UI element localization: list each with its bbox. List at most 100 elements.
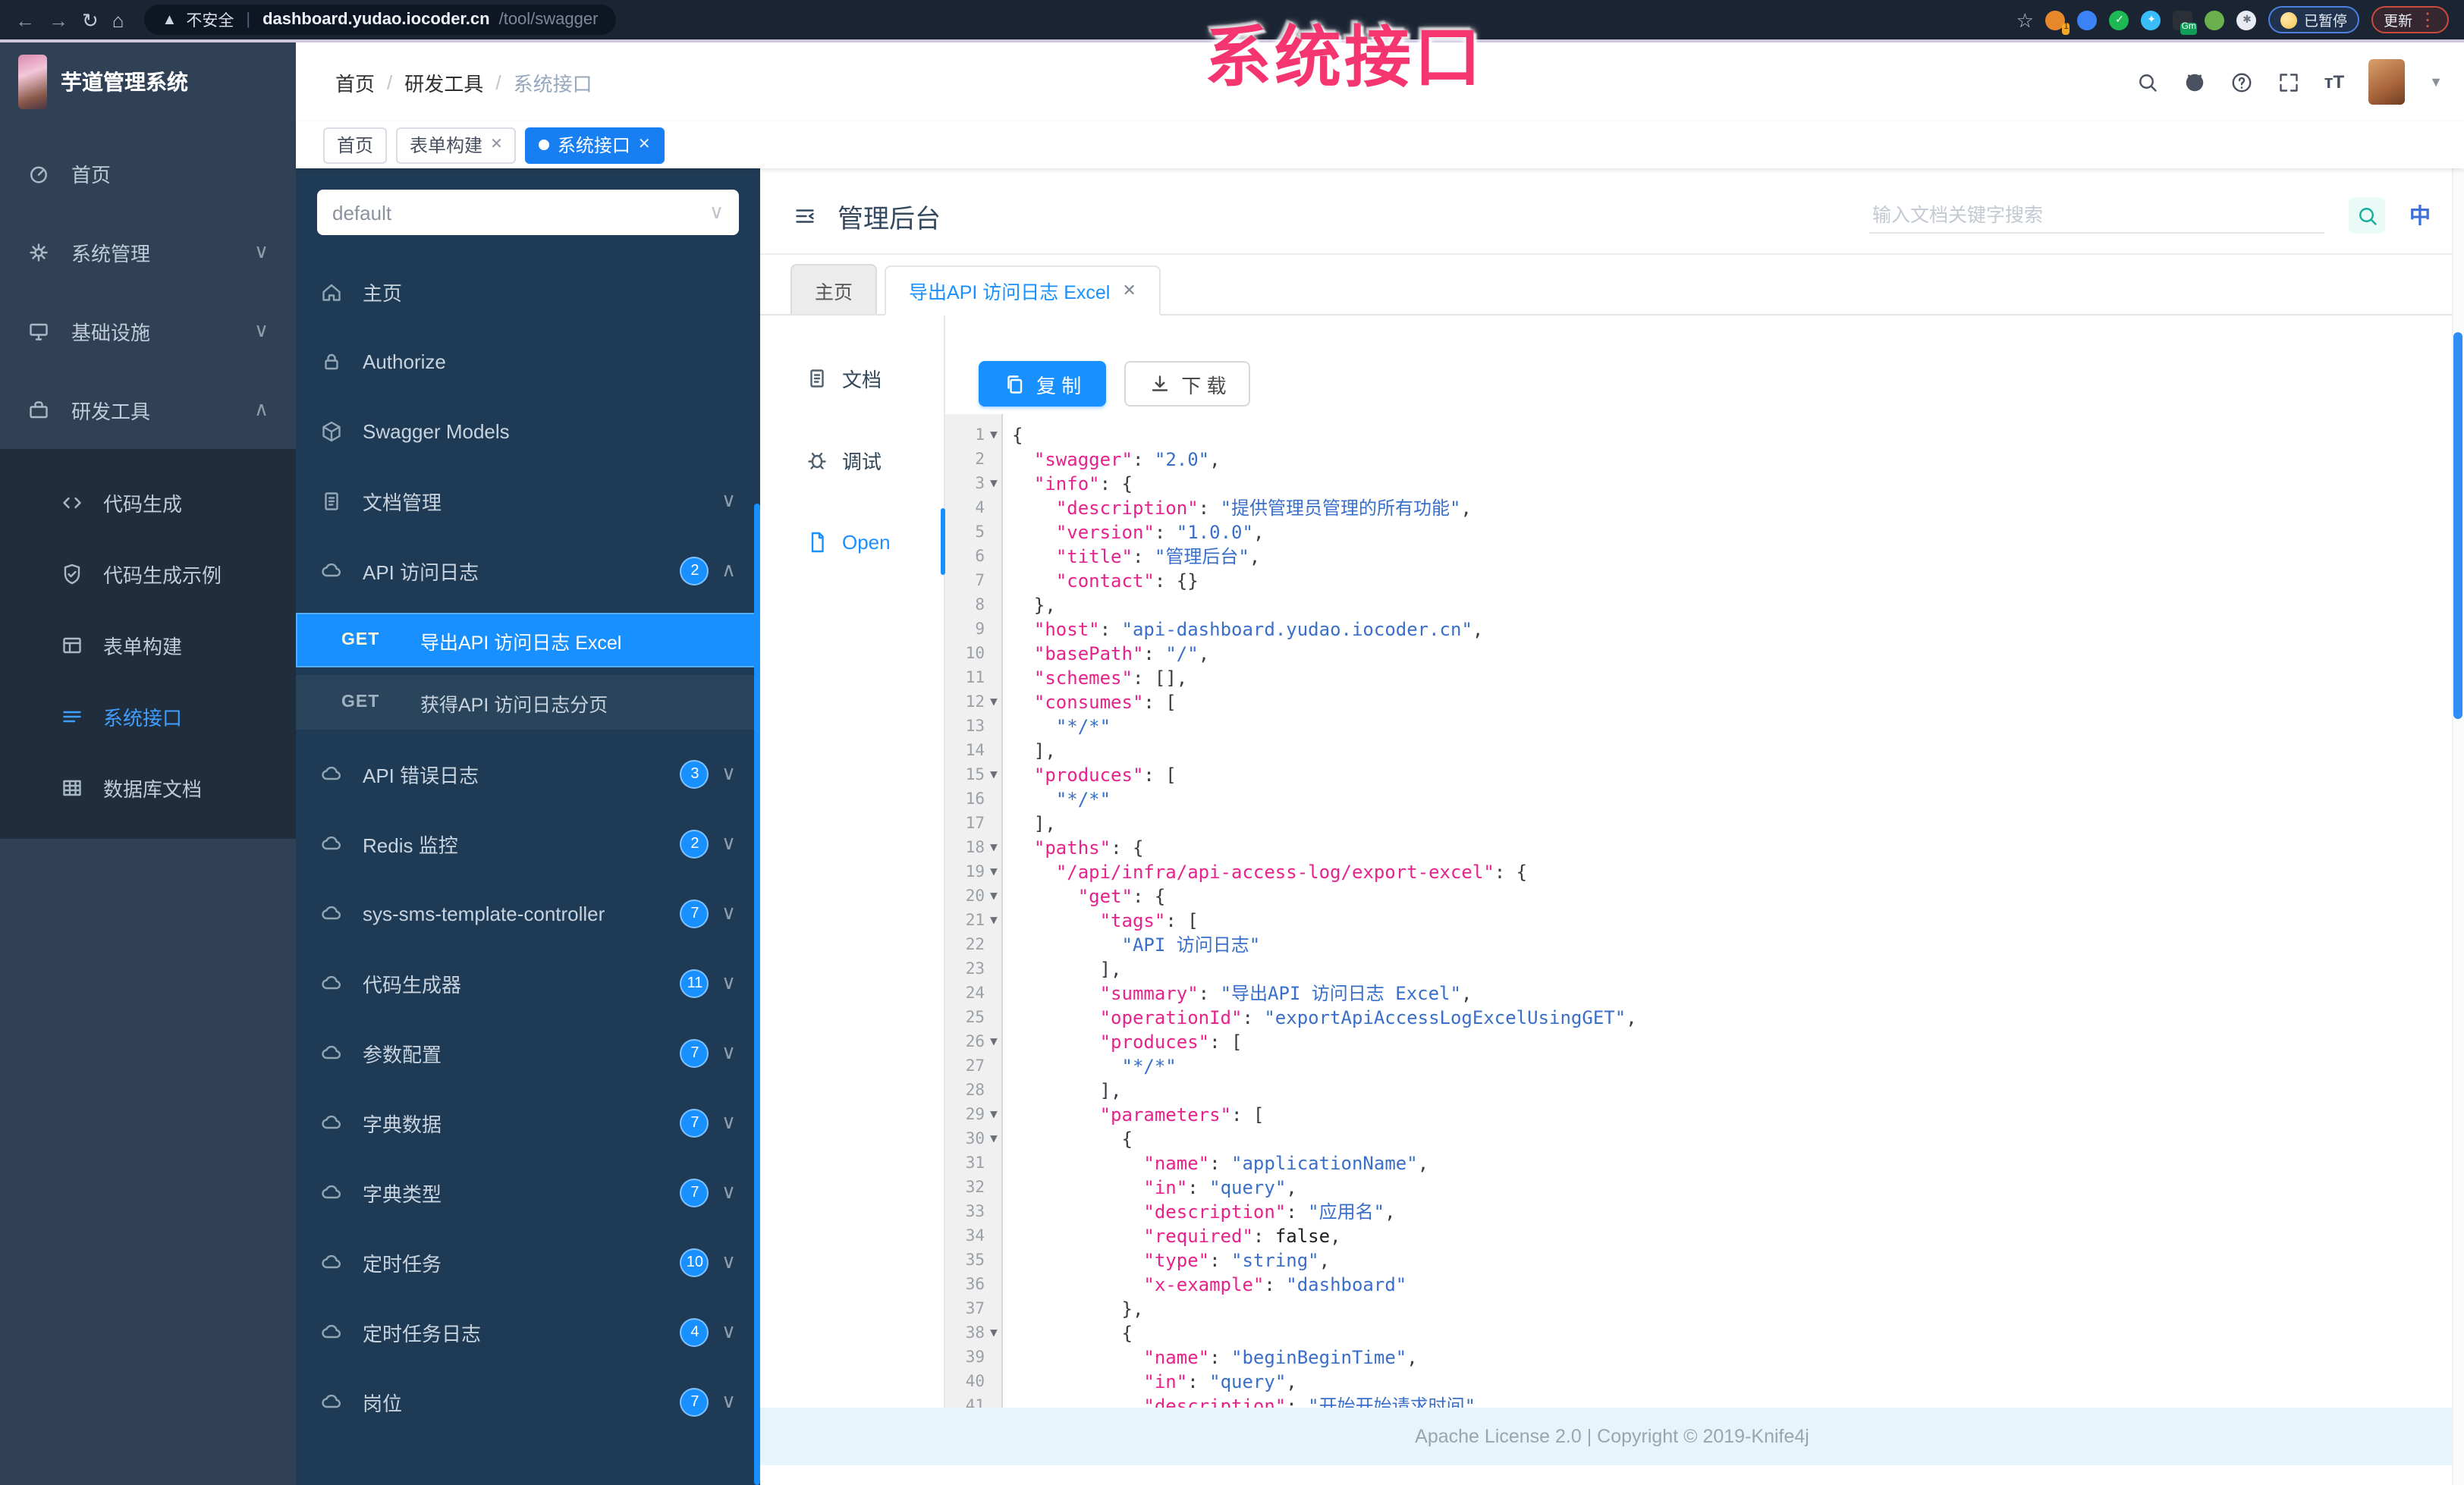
fold-caret-icon[interactable]: ▼	[985, 860, 1003, 884]
fold-caret-icon[interactable]: ▼	[985, 836, 1003, 860]
language-switch-icon[interactable]: 中	[2409, 200, 2431, 231]
update-badge[interactable]: 更新 ⋮	[2371, 6, 2449, 33]
menu-item-extras: 3 ∨	[680, 759, 736, 788]
fold-caret-icon[interactable]: ▼	[985, 1127, 1003, 1151]
api-group-岗位[interactable]: 岗位 7 ∨	[296, 1367, 760, 1436]
json-editor[interactable]: 1 ▼{2 "swagger": "2.0", 3 ▼ "info": {4 "des…	[945, 414, 2464, 1408]
sidebar-item-代码生成[interactable]: 代码生成	[0, 467, 296, 538]
browser-home-icon[interactable]: ⌂	[112, 10, 124, 30]
sidebar-item-表单构建[interactable]: 表单构建	[0, 610, 296, 681]
extension-icon[interactable]: Gm	[2173, 10, 2198, 34]
api-group-Redis 监控[interactable]: Redis 监控 2 ∨	[296, 808, 760, 878]
api-operation-导出API 访问日志 Excel[interactable]: GET 导出API 访问日志 Excel	[296, 613, 760, 667]
not-secure-label: 不安全	[186, 11, 234, 30]
chevron-down-icon[interactable]: ▼	[2429, 74, 2443, 89]
api-group-定时任务日志[interactable]: 定时任务日志 4 ∨	[296, 1297, 760, 1367]
address-bar[interactable]: ▲ 不安全 | dashboard.yudao.iocoder.cn/tool/…	[143, 5, 617, 35]
doc-side-nav-调试[interactable]: 调试	[760, 419, 944, 501]
search-icon[interactable]	[2136, 71, 2159, 93]
fold-caret-icon[interactable]: ▼	[985, 1103, 1003, 1127]
tag-close-icon[interactable]: ✕	[638, 137, 651, 153]
breadcrumb-item[interactable]: 首页	[335, 68, 375, 96]
swagger-menu-item-Authorize[interactable]: Authorize	[296, 326, 760, 396]
copy-button[interactable]: 复 制	[979, 361, 1106, 407]
fullscreen-icon[interactable]	[2277, 71, 2300, 93]
help-icon[interactable]	[2230, 71, 2253, 93]
sidebar-item-首页[interactable]: 首页	[0, 133, 296, 212]
font-size-icon[interactable]: тT	[2324, 71, 2344, 93]
fold-caret-icon[interactable]: ▼	[985, 763, 1003, 787]
tab-close-icon[interactable]: ✕	[1122, 281, 1136, 300]
swagger-menu-item-主页[interactable]: 主页	[296, 256, 760, 326]
sidebar-item-数据库文档[interactable]: 数据库文档	[0, 752, 296, 824]
download-button[interactable]: 下 载	[1124, 361, 1251, 407]
menu-collapse-icon[interactable]	[794, 204, 816, 227]
fold-caret-icon[interactable]: ▼	[985, 423, 1003, 447]
extension-icon[interactable]	[2205, 10, 2225, 30]
fold-caret-icon[interactable]: ▼	[985, 472, 1003, 496]
api-group-API 错误日志[interactable]: API 错误日志 3 ∨	[296, 739, 760, 808]
tag-close-icon[interactable]: ✕	[490, 137, 503, 153]
doc-search-input[interactable]	[1869, 198, 2324, 233]
fold-caret-icon[interactable]: ▼	[985, 884, 1003, 909]
fold-caret-icon[interactable]: ▼	[985, 909, 1003, 933]
breadcrumb-separator: /	[387, 71, 393, 93]
browser-reload-icon[interactable]: ↻	[82, 10, 99, 30]
github-icon[interactable]	[2183, 71, 2206, 93]
doc-tab-导出API 访问日志 Excel[interactable]: 导出API 访问日志 Excel ✕	[885, 265, 1161, 316]
sidebar-item-研发工具[interactable]: 研发工具 ∧	[0, 370, 296, 449]
doc-side-nav-Open[interactable]: Open	[760, 501, 945, 582]
code-text: "*/*"	[1055, 716, 1111, 737]
sidebar-item-系统管理[interactable]: 系统管理 ∨	[0, 212, 296, 291]
browser-back-icon[interactable]: ←	[15, 10, 35, 30]
main-scrollbar-thumb[interactable]	[2453, 332, 2462, 719]
swagger-menu-item-API 访问日志[interactable]: API 访问日志 2 ∧	[296, 535, 760, 605]
api-group-定时任务[interactable]: 定时任务 10 ∨	[296, 1227, 760, 1297]
code-line: 28 ],	[945, 1078, 2464, 1103]
tag-首页[interactable]: 首页	[323, 127, 388, 163]
doc-side-nav-文档[interactable]: 文档	[760, 337, 944, 419]
bookmark-star-icon[interactable]: ☆	[2016, 10, 2034, 30]
bug-icon	[806, 448, 828, 471]
api-group-字典数据[interactable]: 字典数据 7 ∨	[296, 1088, 760, 1157]
browser-menu-icon[interactable]: ⋮	[2418, 9, 2437, 30]
fold-caret-icon[interactable]: ▼	[985, 690, 1003, 714]
extension-icon[interactable]	[2077, 10, 2098, 30]
sidebar-item-代码生成示例[interactable]: 代码生成示例	[0, 538, 296, 610]
browser-forward-icon[interactable]: →	[49, 10, 68, 30]
line-number: 16	[965, 790, 985, 808]
app-logo-row[interactable]: 芋道管理系统	[0, 42, 296, 121]
api-group-select[interactable]: default ∨	[317, 190, 739, 235]
doc-search-icon[interactable]	[2349, 197, 2385, 234]
breadcrumb-item[interactable]: 研发工具	[404, 68, 483, 96]
tag-表单构建[interactable]: 表单构建 ✕	[396, 127, 517, 163]
paused-badge[interactable]: 已暂停	[2268, 6, 2359, 33]
api-group-字典类型[interactable]: 字典类型 7 ∨	[296, 1157, 760, 1227]
extension-icon[interactable]: 1	[2045, 10, 2070, 34]
fold-gutter	[985, 642, 1003, 666]
swagger-menu-item-Swagger Models[interactable]: Swagger Models	[296, 396, 760, 466]
code-text: {	[1012, 1323, 1133, 1344]
line-number: 7	[975, 572, 985, 590]
sidebar-item-系统接口[interactable]: 系统接口	[0, 681, 296, 752]
code-text: {	[1012, 1129, 1133, 1150]
extension-icon[interactable]: ✱	[2236, 10, 2257, 30]
fold-caret-icon[interactable]: ▼	[985, 1321, 1003, 1345]
main-scrollbar-track[interactable]	[2452, 168, 2464, 1485]
tag-系统接口[interactable]: 系统接口 ✕	[525, 127, 665, 163]
panel-scrollbar-thumb[interactable]	[754, 504, 760, 1485]
sidebar-item-基础设施[interactable]: 基础设施 ∨	[0, 291, 296, 370]
api-operation-获得API 访问日志分页[interactable]: GET 获得API 访问日志分页	[296, 675, 760, 730]
doc-tab-主页[interactable]: 主页	[790, 264, 878, 314]
fold-caret-icon[interactable]: ▼	[985, 1030, 1003, 1054]
avatar[interactable]	[2368, 59, 2406, 105]
tag-label: 系统接口	[557, 135, 630, 156]
swagger-menu-item-文档管理[interactable]: 文档管理 ∨	[296, 466, 760, 535]
extension-icon[interactable]: ✓	[2109, 10, 2129, 30]
api-group-sys-sms-template-controller[interactable]: sys-sms-template-controller 7 ∨	[296, 878, 760, 948]
extension-icon[interactable]: ✦	[2141, 10, 2161, 30]
api-group-代码生成器[interactable]: 代码生成器 11 ∨	[296, 948, 760, 1018]
code-text: "operationId": "exportApiAccessLogExcelU…	[1099, 1007, 1637, 1028]
api-group-参数配置[interactable]: 参数配置 7 ∨	[296, 1018, 760, 1088]
fold-gutter	[985, 569, 1003, 593]
